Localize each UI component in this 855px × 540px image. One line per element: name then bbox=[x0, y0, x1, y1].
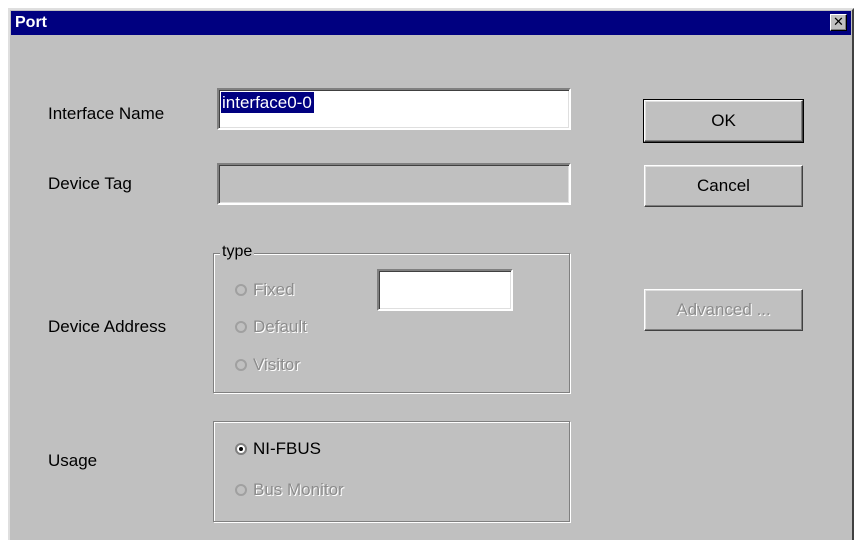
radio-button-icon bbox=[235, 321, 247, 333]
interface-name-input[interactable]: interface0-0 bbox=[217, 88, 571, 130]
device-address-type-group: type Fixed Default Visitor bbox=[213, 243, 570, 393]
device-tag-input[interactable] bbox=[217, 163, 571, 205]
radio-fixed[interactable]: Fixed bbox=[235, 280, 295, 300]
close-icon: ✕ bbox=[833, 15, 844, 30]
ok-button[interactable]: OK bbox=[643, 99, 804, 143]
radio-bus-monitor-label: Bus Monitor bbox=[253, 480, 344, 499]
usage-group: NI-FBUS Bus Monitor bbox=[213, 421, 570, 522]
advanced-button-label: Advanced ... bbox=[676, 300, 771, 319]
radio-ni-fbus[interactable]: NI-FBUS bbox=[235, 439, 321, 459]
radio-visitor[interactable]: Visitor bbox=[235, 355, 300, 375]
ok-button-label: OK bbox=[711, 111, 736, 130]
radio-button-icon bbox=[235, 359, 247, 371]
radio-fixed-label: Fixed bbox=[253, 280, 295, 299]
window-title: Port bbox=[15, 14, 47, 31]
port-dialog: Port ✕ Interface Name interface0-0 Devic… bbox=[8, 8, 854, 540]
advanced-button[interactable]: Advanced ... bbox=[644, 289, 803, 331]
cancel-button-label: Cancel bbox=[697, 176, 750, 195]
interface-name-value: interface0-0 bbox=[221, 92, 314, 113]
radio-default-label: Default bbox=[253, 317, 307, 336]
radio-button-icon bbox=[235, 443, 247, 455]
radio-default[interactable]: Default bbox=[235, 317, 307, 337]
interface-name-label: Interface Name bbox=[48, 104, 165, 123]
device-tag-label: Device Tag bbox=[48, 174, 132, 193]
device-address-label: Device Address bbox=[48, 317, 167, 336]
fixed-address-input[interactable] bbox=[377, 269, 513, 311]
radio-bus-monitor[interactable]: Bus Monitor bbox=[235, 480, 344, 500]
radio-button-icon bbox=[235, 284, 247, 296]
close-button[interactable]: ✕ bbox=[830, 14, 847, 31]
cancel-button[interactable]: Cancel bbox=[644, 165, 803, 207]
title-bar[interactable]: Port ✕ bbox=[11, 11, 851, 35]
usage-label: Usage bbox=[48, 451, 98, 470]
radio-ni-fbus-label: NI-FBUS bbox=[253, 439, 321, 458]
type-group-title: type bbox=[220, 243, 255, 261]
radio-visitor-label: Visitor bbox=[253, 355, 300, 374]
radio-button-icon bbox=[235, 484, 247, 496]
radio-selected-dot bbox=[239, 447, 243, 451]
